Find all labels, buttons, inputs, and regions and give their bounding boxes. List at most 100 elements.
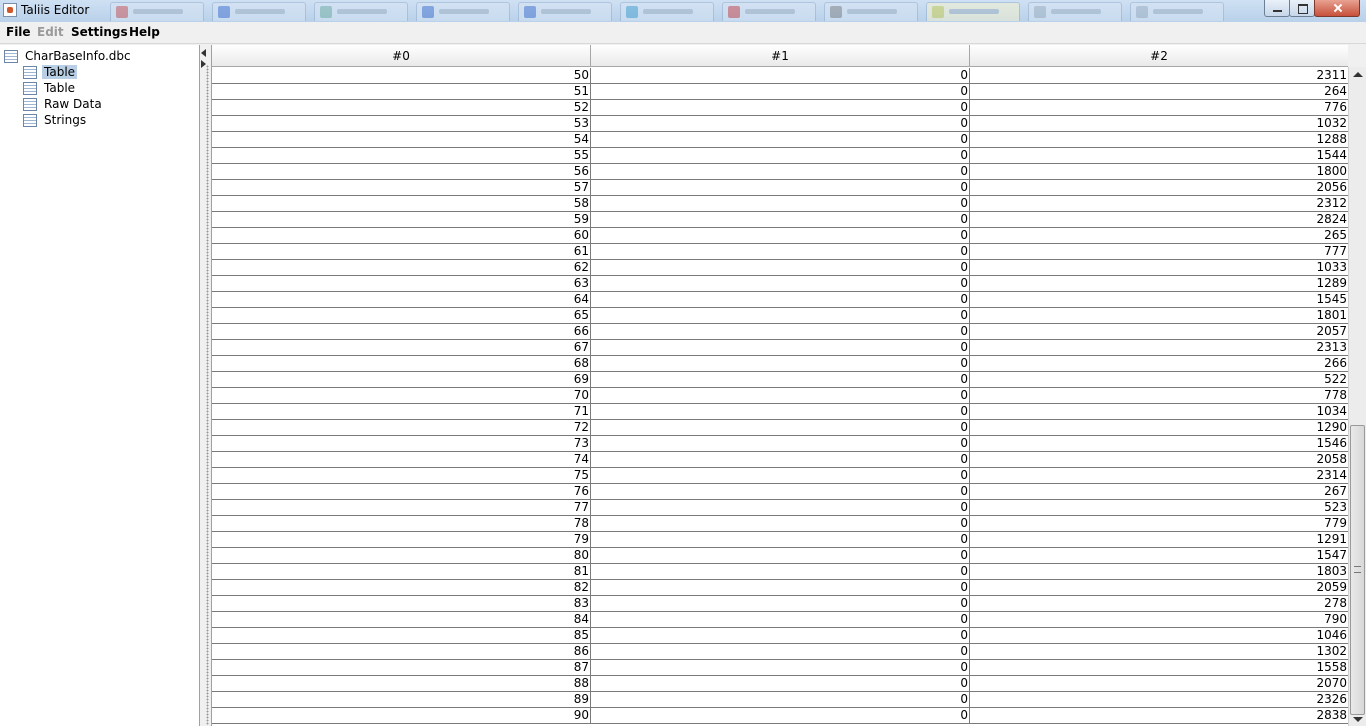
table-row[interactable]: 64 0 1545 (212, 292, 1349, 308)
table-cell[interactable]: 0 (591, 212, 970, 228)
table-cell[interactable]: 75 (212, 468, 591, 484)
table-cell[interactable]: 0 (591, 468, 970, 484)
table-cell[interactable]: 0 (591, 356, 970, 372)
table-cell[interactable]: 53 (212, 116, 591, 132)
table-cell[interactable]: 1289 (970, 276, 1349, 292)
table-cell[interactable]: 80 (212, 548, 591, 564)
scroll-down-arrow-icon[interactable] (1353, 717, 1363, 722)
table-cell[interactable]: 0 (591, 148, 970, 164)
table-row[interactable]: 66 0 2057 (212, 324, 1349, 340)
scrollbar-thumb[interactable] (1350, 425, 1365, 715)
table-cell[interactable]: 0 (591, 260, 970, 276)
table-cell[interactable]: 2311 (970, 68, 1349, 84)
table-cell[interactable]: 1290 (970, 420, 1349, 436)
table-cell[interactable]: 83 (212, 596, 591, 612)
table-cell[interactable]: 52 (212, 100, 591, 116)
column-header[interactable]: #2 (970, 45, 1349, 67)
table-cell[interactable]: 1547 (970, 548, 1349, 564)
table-cell[interactable]: 2838 (970, 708, 1349, 724)
table-cell[interactable]: 74 (212, 452, 591, 468)
table-cell[interactable]: 82 (212, 580, 591, 596)
table-cell[interactable]: 0 (591, 68, 970, 84)
table-cell[interactable]: 57 (212, 180, 591, 196)
table-cell[interactable]: 1288 (970, 132, 1349, 148)
table-row[interactable]: 51 0 264 (212, 84, 1349, 100)
table-cell[interactable]: 61 (212, 244, 591, 260)
table-cell[interactable]: 0 (591, 548, 970, 564)
table-cell[interactable]: 0 (591, 132, 970, 148)
table-cell[interactable]: 0 (591, 500, 970, 516)
table-cell[interactable]: 1046 (970, 628, 1349, 644)
table-cell[interactable]: 67 (212, 340, 591, 356)
table-row[interactable]: 71 0 1034 (212, 404, 1349, 420)
table-cell[interactable]: 81 (212, 564, 591, 580)
table-row[interactable]: 75 0 2314 (212, 468, 1349, 484)
minimize-button[interactable] (1264, 0, 1290, 17)
table-cell[interactable]: 71 (212, 404, 591, 420)
tree-root-node[interactable]: CharBaseInfo.dbc (4, 48, 133, 64)
table-cell[interactable]: 66 (212, 324, 591, 340)
column-header[interactable]: #1 (591, 45, 970, 67)
menu-edit[interactable]: Edit (37, 25, 64, 39)
table-cell[interactable]: 1801 (970, 308, 1349, 324)
table-row[interactable]: 79 0 1291 (212, 532, 1349, 548)
table-cell[interactable]: 0 (591, 420, 970, 436)
column-header[interactable]: #0 (212, 45, 591, 67)
table-cell[interactable]: 70 (212, 388, 591, 404)
table-cell[interactable]: 779 (970, 516, 1349, 532)
table-cell[interactable]: 2312 (970, 196, 1349, 212)
table-row[interactable]: 63 0 1289 (212, 276, 1349, 292)
table-row[interactable]: 84 0 790 (212, 612, 1349, 628)
table-cell[interactable]: 77 (212, 500, 591, 516)
table-cell[interactable]: 0 (591, 84, 970, 100)
table-cell[interactable]: 0 (591, 244, 970, 260)
table-cell[interactable]: 0 (591, 276, 970, 292)
table-row[interactable]: 53 0 1032 (212, 116, 1349, 132)
table-row[interactable]: 77 0 523 (212, 500, 1349, 516)
close-button[interactable] (1314, 0, 1360, 17)
table-cell[interactable]: 278 (970, 596, 1349, 612)
table-cell[interactable]: 0 (591, 484, 970, 500)
table-cell[interactable]: 0 (591, 404, 970, 420)
table-cell[interactable]: 51 (212, 84, 591, 100)
table-cell[interactable]: 2824 (970, 212, 1349, 228)
table-cell[interactable]: 0 (591, 180, 970, 196)
table-row[interactable]: 60 0 265 (212, 228, 1349, 244)
table-row[interactable]: 81 0 1803 (212, 564, 1349, 580)
table-cell[interactable]: 63 (212, 276, 591, 292)
table-cell[interactable]: 84 (212, 612, 591, 628)
table-row[interactable]: 70 0 778 (212, 388, 1349, 404)
table-cell[interactable]: 267 (970, 484, 1349, 500)
menu-help[interactable]: Help (129, 25, 160, 39)
table-cell[interactable]: 0 (591, 436, 970, 452)
table-row[interactable]: 74 0 2058 (212, 452, 1349, 468)
table-cell[interactable]: 72 (212, 420, 591, 436)
table-cell[interactable]: 1800 (970, 164, 1349, 180)
tree-item-table[interactable]: Table (23, 80, 77, 96)
table-cell[interactable]: 0 (591, 516, 970, 532)
table-row[interactable]: 82 0 2059 (212, 580, 1349, 596)
table-row[interactable]: 76 0 267 (212, 484, 1349, 500)
table-cell[interactable]: 65 (212, 308, 591, 324)
table-cell[interactable]: 1544 (970, 148, 1349, 164)
table-cell[interactable]: 0 (591, 596, 970, 612)
table-cell[interactable]: 0 (591, 452, 970, 468)
table-row[interactable]: 78 0 779 (212, 516, 1349, 532)
collapse-left-arrow-icon[interactable] (201, 49, 206, 57)
table-row[interactable]: 55 0 1544 (212, 148, 1349, 164)
table-cell[interactable]: 0 (591, 644, 970, 660)
table-cell[interactable]: 64 (212, 292, 591, 308)
table-cell[interactable]: 0 (591, 372, 970, 388)
table-cell[interactable]: 55 (212, 148, 591, 164)
table-cell[interactable]: 0 (591, 196, 970, 212)
table-cell[interactable]: 0 (591, 708, 970, 724)
table-row[interactable]: 58 0 2312 (212, 196, 1349, 212)
table-cell[interactable]: 0 (591, 308, 970, 324)
table-cell[interactable]: 68 (212, 356, 591, 372)
table-cell[interactable]: 265 (970, 228, 1349, 244)
table-cell[interactable]: 1033 (970, 260, 1349, 276)
table-cell[interactable]: 776 (970, 100, 1349, 116)
scroll-up-arrow-icon[interactable] (1353, 72, 1363, 77)
window-titlebar[interactable]: Taliis Editor (0, 0, 1366, 22)
vertical-scrollbar[interactable] (1348, 67, 1366, 726)
